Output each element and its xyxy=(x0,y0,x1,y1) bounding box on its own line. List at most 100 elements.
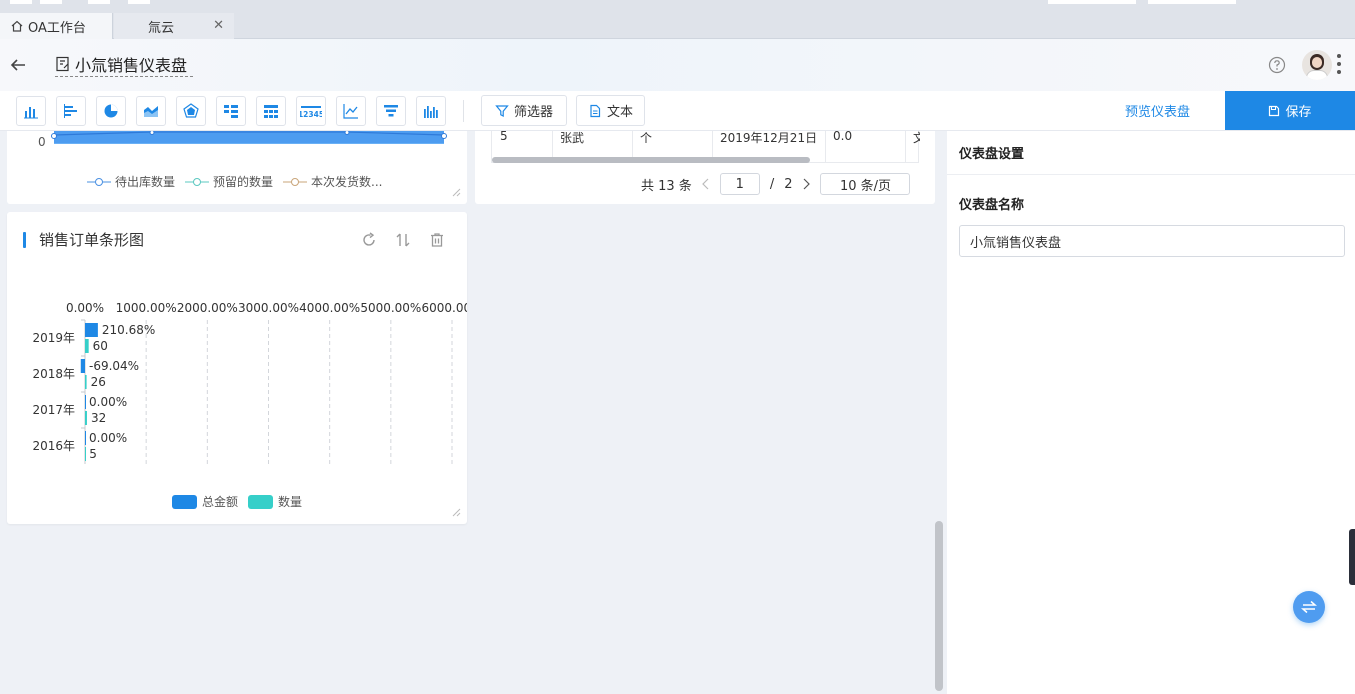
back-arrow-icon[interactable] xyxy=(9,57,27,73)
data-label: 32 xyxy=(91,411,106,425)
title-accent-bar xyxy=(23,232,26,248)
window-control xyxy=(1048,0,1136,4)
resize-handle-icon[interactable] xyxy=(452,508,461,517)
data-label: -69.04% xyxy=(89,359,139,373)
data-label: 210.68% xyxy=(102,323,155,337)
delete-icon[interactable] xyxy=(429,232,445,248)
filter-button[interactable]: 筛选器 xyxy=(481,95,567,126)
bar xyxy=(85,323,98,337)
bar-chart-card: 销售订单条形图 0.00% 1000.00% 2000.00% 3000.00% 400… xyxy=(7,212,467,524)
x-tick-label: 1000.00% xyxy=(116,301,177,315)
legend-item[interactable]: 本次发货数... xyxy=(283,173,382,190)
grouped-bar-icon xyxy=(424,106,438,118)
bar-chart-icon xyxy=(64,104,77,118)
page-size-select[interactable]: 10 条/页 xyxy=(820,173,911,195)
line-chart-plot xyxy=(51,131,447,144)
funnel-chart-button[interactable] xyxy=(376,96,406,126)
x-tick-label: 4000.00% xyxy=(299,301,360,315)
column-chart-icon xyxy=(24,107,38,119)
area-chart-button[interactable] xyxy=(136,96,166,126)
data-label: 0.00% xyxy=(89,395,127,409)
page-number-input[interactable]: 1 xyxy=(719,173,760,195)
tab-hcloud[interactable]: 氚云 ✕ xyxy=(114,13,234,39)
more-icon[interactable] xyxy=(1336,53,1342,75)
bar-chart-button[interactable] xyxy=(56,96,86,126)
legend-item[interactable]: 数量 xyxy=(248,493,302,510)
pagination: 共 13 条 1 / 2 10 条/页 xyxy=(641,173,911,195)
data-label: 0.00% xyxy=(89,431,127,445)
dashboard-title[interactable]: 小氚销售仪表盘 xyxy=(55,51,194,77)
text-button[interactable]: 文本 xyxy=(576,95,645,126)
pie-chart-button[interactable] xyxy=(96,96,126,126)
legend-line-marker xyxy=(87,177,111,186)
legend-line-marker xyxy=(185,177,210,186)
data-label: 26 xyxy=(91,375,106,389)
next-page-icon[interactable] xyxy=(802,178,811,190)
preview-label: 预览仪表盘 xyxy=(1124,105,1190,120)
close-tab-icon[interactable]: ✕ xyxy=(213,18,224,33)
table-cell: 2019年12月21日 xyxy=(720,131,818,145)
bar xyxy=(80,359,85,373)
prev-page-icon[interactable] xyxy=(701,178,710,190)
resize-handle-icon[interactable] xyxy=(452,188,461,197)
dashboard-name-input[interactable]: 小氚销售仪表盘 xyxy=(959,225,1345,257)
chart-card-title: 销售订单条形图 xyxy=(39,231,145,249)
grouped-bar-button[interactable] xyxy=(416,96,446,126)
x-tick-label: 3000.00% xyxy=(238,301,299,315)
avatar[interactable] xyxy=(1302,50,1332,80)
radar-chart-button[interactable] xyxy=(176,96,206,126)
bar xyxy=(85,375,87,389)
legend-label: 本次发货数... xyxy=(311,175,383,189)
home-icon xyxy=(11,20,23,32)
page-header: 小氚销售仪表盘 xyxy=(0,39,1355,91)
switch-button[interactable] xyxy=(1293,591,1325,623)
pivot-table-button[interactable] xyxy=(216,96,246,126)
detail-table-button[interactable] xyxy=(256,96,286,126)
bar-chart-legend: 总金额 数量 xyxy=(172,493,302,510)
legend-swatch xyxy=(172,494,197,509)
svg-text:12345: 12345 xyxy=(300,110,322,119)
save-icon xyxy=(1269,105,1280,116)
column-chart-button[interactable] xyxy=(16,96,46,126)
legend-swatch xyxy=(248,494,274,509)
legend-item[interactable]: 总金额 xyxy=(172,493,238,510)
text-label: 文本 xyxy=(606,105,633,120)
pagination-pages: 2 xyxy=(784,176,793,192)
help-icon[interactable] xyxy=(1268,56,1286,74)
save-button[interactable]: 保存 xyxy=(1225,91,1355,130)
filter-icon xyxy=(495,104,509,117)
refresh-icon[interactable] xyxy=(361,232,377,248)
toolbar: 12345 筛选器 文本 预览仪表盘 保存 xyxy=(0,91,1355,131)
canvas-vertical-scrollbar[interactable] xyxy=(935,521,943,691)
pagination-separator: / xyxy=(769,176,775,192)
table-cell: 个 xyxy=(640,131,653,145)
table-cell: 0.0 xyxy=(833,129,853,143)
x-tick-label: 6000.00% xyxy=(421,301,467,315)
toolbar-divider xyxy=(463,100,464,122)
bar xyxy=(85,339,89,353)
window-control xyxy=(40,0,62,4)
sort-icon[interactable] xyxy=(395,232,411,248)
tab-bar: OA工作台 氚云 ✕ xyxy=(0,0,1355,39)
legend-line-marker xyxy=(283,177,308,186)
side-float-widget[interactable] xyxy=(1349,529,1355,585)
tab-label: 氚云 xyxy=(148,20,175,36)
filter-label: 筛选器 xyxy=(513,105,553,120)
table-horizontal-scrollbar[interactable] xyxy=(492,157,810,163)
tab-oa-workbench[interactable]: OA工作台 xyxy=(0,13,113,39)
table-cell: 5 xyxy=(500,129,508,143)
number-card-button[interactable]: 12345 xyxy=(296,96,326,126)
pagination-total: 共 13 条 xyxy=(641,178,692,194)
line-chart-icon xyxy=(343,104,358,119)
legend-item[interactable]: 预留的数量 xyxy=(185,173,273,190)
x-tick-label: 0.00% xyxy=(66,301,104,315)
preview-dashboard-button[interactable]: 预览仪表盘 xyxy=(1105,91,1210,130)
window-control xyxy=(88,0,110,4)
line-chart-button[interactable] xyxy=(336,96,366,126)
legend-item[interactable]: 待出库数量 xyxy=(87,173,175,190)
settings-panel: 仪表盘设置 仪表盘名称 小氚销售仪表盘 xyxy=(947,131,1355,694)
settings-section-title: 仪表盘设置 xyxy=(959,147,1025,162)
legend-label: 待出库数量 xyxy=(115,175,176,189)
category-label: 2016年 xyxy=(32,439,75,453)
divider xyxy=(947,174,1355,175)
